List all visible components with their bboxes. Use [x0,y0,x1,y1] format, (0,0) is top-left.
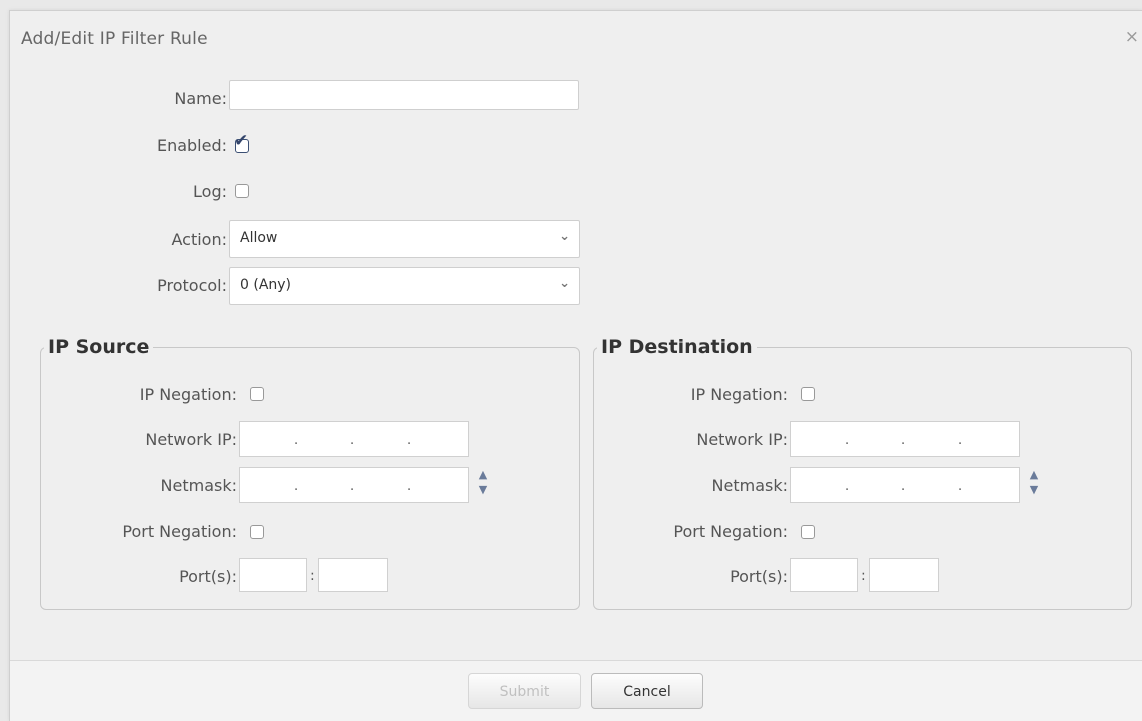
chevron-down-icon[interactable]: ▼ [1023,482,1045,497]
name-label: Name: [174,89,227,108]
dest-port-start-input[interactable] [790,558,858,592]
ip-destination-legend: IP Destination [601,336,753,358]
dest-port-negation-label: Port Negation: [673,522,788,541]
protocol-label: Protocol: [157,276,227,295]
dest-port-negation-checkbox[interactable] [801,525,815,539]
enabled-checkbox[interactable]: ✔ [234,133,249,153]
dest-netmask-spinner[interactable]: ▲ ▼ [1023,467,1045,501]
source-ip-negation-checkbox[interactable] [250,387,264,401]
dest-netmask-input[interactable]: ... [790,467,1020,503]
close-icon[interactable]: × [1125,27,1139,47]
chevron-up-icon[interactable]: ▲ [472,467,494,482]
action-select[interactable]: Allow ⌄ [229,220,580,258]
source-port-start-input[interactable] [239,558,307,592]
source-port-negation-label: Port Negation: [122,522,237,541]
dest-network-ip-label: Network IP: [696,430,788,449]
dest-port-end-input[interactable] [869,558,939,592]
dest-ports-label: Port(s): [730,567,788,586]
protocol-select[interactable]: 0 (Any) ⌄ [229,267,580,305]
dialog-footer: Submit Cancel [10,660,1142,721]
enabled-label: Enabled: [156,136,227,155]
source-ports-label: Port(s): [179,567,237,586]
dialog-titlebar: Add/Edit IP Filter Rule × [10,11,1142,61]
dialog-title: Add/Edit IP Filter Rule [21,29,208,49]
source-netmask-label: Netmask: [160,476,237,495]
dest-network-ip-input[interactable]: ... [790,421,1020,457]
log-checkbox[interactable] [235,184,249,198]
log-label: Log: [193,182,227,201]
cancel-button[interactable]: Cancel [591,673,703,709]
ip-filter-dialog: Add/Edit IP Filter Rule × Name: Enabled:… [9,10,1142,721]
source-netmask-spinner[interactable]: ▲ ▼ [472,467,494,501]
source-port-separator: : [310,568,315,584]
dest-ip-negation-label: IP Negation: [690,385,788,404]
source-netmask-input[interactable]: ... [239,467,469,503]
name-input[interactable] [229,80,579,110]
chevron-down-icon: ⌄ [559,229,570,244]
source-network-ip-label: Network IP: [145,430,237,449]
action-label: Action: [171,230,228,249]
source-port-negation-checkbox[interactable] [250,525,264,539]
source-network-ip-input[interactable]: ... [239,421,469,457]
chevron-down-icon[interactable]: ▼ [472,482,494,497]
dest-netmask-label: Netmask: [711,476,788,495]
dest-port-separator: : [861,568,866,584]
protocol-select-value: 0 (Any) [240,277,292,293]
ip-source-legend: IP Source [48,336,150,358]
submit-button[interactable]: Submit [468,673,581,709]
checkmark-icon: ✔ [234,131,249,151]
chevron-down-icon: ⌄ [559,276,570,291]
action-select-value: Allow [240,230,278,246]
source-ip-negation-label: IP Negation: [139,385,237,404]
chevron-up-icon[interactable]: ▲ [1023,467,1045,482]
dest-ip-negation-checkbox[interactable] [801,387,815,401]
source-port-end-input[interactable] [318,558,388,592]
